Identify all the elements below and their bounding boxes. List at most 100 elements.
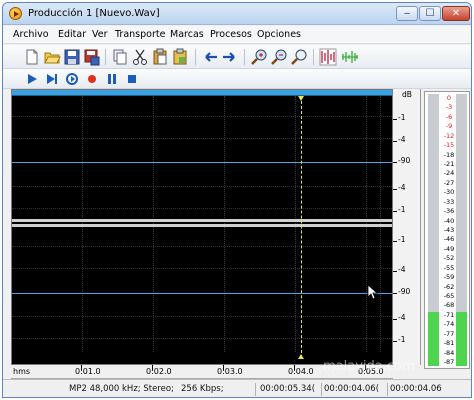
zoom-in-icon[interactable]	[250, 48, 268, 66]
stop-icon[interactable]	[123, 70, 141, 88]
play-to-end-icon[interactable]	[43, 70, 61, 88]
watermark-text: malavida.com	[323, 359, 415, 374]
db-tick	[393, 119, 397, 120]
right-channel-waveform	[12, 293, 392, 294]
meter-scale-label: -9	[445, 122, 453, 131]
zoom-out-icon[interactable]	[270, 48, 288, 66]
meter-scale-label: -59	[443, 273, 455, 282]
edit-toolbar	[3, 45, 471, 69]
cut-icon[interactable]	[131, 48, 149, 66]
meter-scale-label: -52	[443, 254, 455, 263]
meter-scale-label: -71	[443, 310, 455, 319]
left-level-bar	[428, 94, 439, 366]
db-label: -1	[398, 335, 406, 344]
copy-icon[interactable]	[111, 48, 129, 66]
status-time-length: 00:00:04.06	[390, 384, 442, 394]
meter-scale-label: -87	[443, 358, 455, 366]
status-time-end: 00:00:04.06(	[324, 384, 380, 394]
meter-scale-label: -62	[443, 282, 455, 291]
pause-icon[interactable]	[103, 70, 121, 88]
menu-marcas[interactable]: Marcas	[170, 29, 204, 40]
db-label: -4	[398, 313, 406, 322]
right-level-bar	[456, 94, 467, 366]
save-icon[interactable]	[63, 48, 81, 66]
ruler-unit: hms	[13, 367, 31, 376]
db-label: -1	[398, 113, 406, 122]
left-channel-waveform	[12, 162, 392, 163]
record-icon[interactable]	[83, 70, 101, 88]
meter-scale-label: -81	[443, 339, 455, 348]
loop-icon[interactable]	[63, 70, 81, 88]
channel-divider[interactable]	[12, 219, 392, 222]
app-window: Producción 1 [Nuevo.Wav] ‒ ☐ ✕ Archivo E…	[2, 2, 472, 398]
db-tick	[393, 319, 397, 320]
meter-scale-label: -24	[443, 169, 455, 178]
ruler-label: 0:03.0	[217, 367, 243, 376]
menu-procesos[interactable]: Procesos	[210, 29, 252, 40]
close-button[interactable]: ✕	[442, 6, 470, 21]
ruler-label: 0:04.0	[288, 367, 314, 376]
paste-icon[interactable]	[151, 48, 169, 66]
status-format: MP2 48,000 kHz; Stereo;	[69, 384, 174, 394]
db-tick	[393, 341, 397, 342]
app-logo-icon	[9, 7, 22, 20]
playback-cursor[interactable]	[301, 96, 302, 358]
meter-scale-label: 0	[446, 94, 452, 102]
status-time-start: 00:00:05.34(	[260, 384, 316, 394]
cursor-bottom-marker[interactable]	[298, 354, 304, 359]
meter-scale-label: -46	[443, 235, 455, 244]
play-icon[interactable]	[23, 70, 41, 88]
selection-bar[interactable]	[12, 90, 392, 96]
meter-scale-label: -84	[443, 348, 455, 357]
db-scale: dB -1 -4 -90 -4 -1 -1 -4 -90 -4 -1	[393, 89, 421, 365]
meter-scale-label: -74	[443, 320, 455, 329]
undo-arrow-icon[interactable]	[201, 48, 219, 66]
meter-scale-label: -21	[443, 160, 455, 168]
meter-scale-label: -43	[443, 226, 455, 234]
redo-arrow-icon[interactable]	[221, 48, 239, 66]
title-bar[interactable]: Producción 1 [Nuevo.Wav] ‒ ☐ ✕	[3, 3, 471, 25]
db-label: -1	[398, 235, 406, 244]
db-tick	[393, 141, 397, 142]
grid-line	[12, 316, 392, 317]
waveform-display[interactable]	[11, 89, 393, 365]
status-separator	[321, 383, 322, 396]
paste-mix-icon[interactable]	[171, 48, 189, 66]
meter-scale-label: -68	[443, 301, 455, 310]
spectrum-view-icon[interactable]	[341, 48, 359, 66]
cursor-top-marker[interactable]	[298, 96, 304, 101]
db-tick	[393, 293, 397, 294]
meter-scale-label: -49	[443, 244, 455, 253]
maximize-icon: ☐	[425, 8, 435, 19]
ruler-label: 0:02.0	[146, 367, 172, 376]
menu-ver[interactable]: Ver	[92, 29, 108, 40]
grid-line	[12, 246, 392, 247]
maximize-button[interactable]: ☐	[419, 6, 441, 21]
zoom-selection-icon[interactable]	[290, 48, 308, 66]
meter-scale-label: -3	[445, 103, 453, 112]
grid-line	[12, 208, 392, 209]
db-tick	[393, 271, 397, 272]
channel-divider[interactable]	[12, 224, 392, 227]
waveform-view-icon[interactable]	[319, 48, 337, 66]
open-folder-icon[interactable]	[43, 48, 61, 66]
meter-scale-label: -6	[445, 112, 453, 121]
ruler-label: 0:01.0	[75, 367, 101, 376]
db-label: -4	[398, 135, 406, 144]
minimize-button[interactable]: ‒	[396, 6, 418, 21]
close-icon: ✕	[451, 8, 461, 19]
left-level-fill	[428, 311, 439, 366]
toolbar-separator	[244, 49, 245, 65]
menu-transporte[interactable]: Transporte	[115, 29, 165, 40]
level-meter: 0 -3 -6 -9 -12 -15 -18 -21 -24 -27 -30 -33 -36 -40 -43…	[424, 91, 470, 369]
menu-opciones[interactable]: Opciones	[257, 29, 301, 40]
new-file-icon[interactable]	[23, 48, 41, 66]
meter-scale-label: -27	[443, 178, 455, 187]
menu-archivo[interactable]: Archivo	[13, 29, 49, 40]
grid-line	[12, 186, 392, 187]
menu-editar[interactable]: Editar	[58, 29, 86, 40]
save-as-icon[interactable]	[83, 48, 101, 66]
meter-scale-label: -12	[443, 131, 455, 140]
db-label: -4	[398, 265, 406, 274]
meter-scale-label: -36	[443, 207, 455, 216]
